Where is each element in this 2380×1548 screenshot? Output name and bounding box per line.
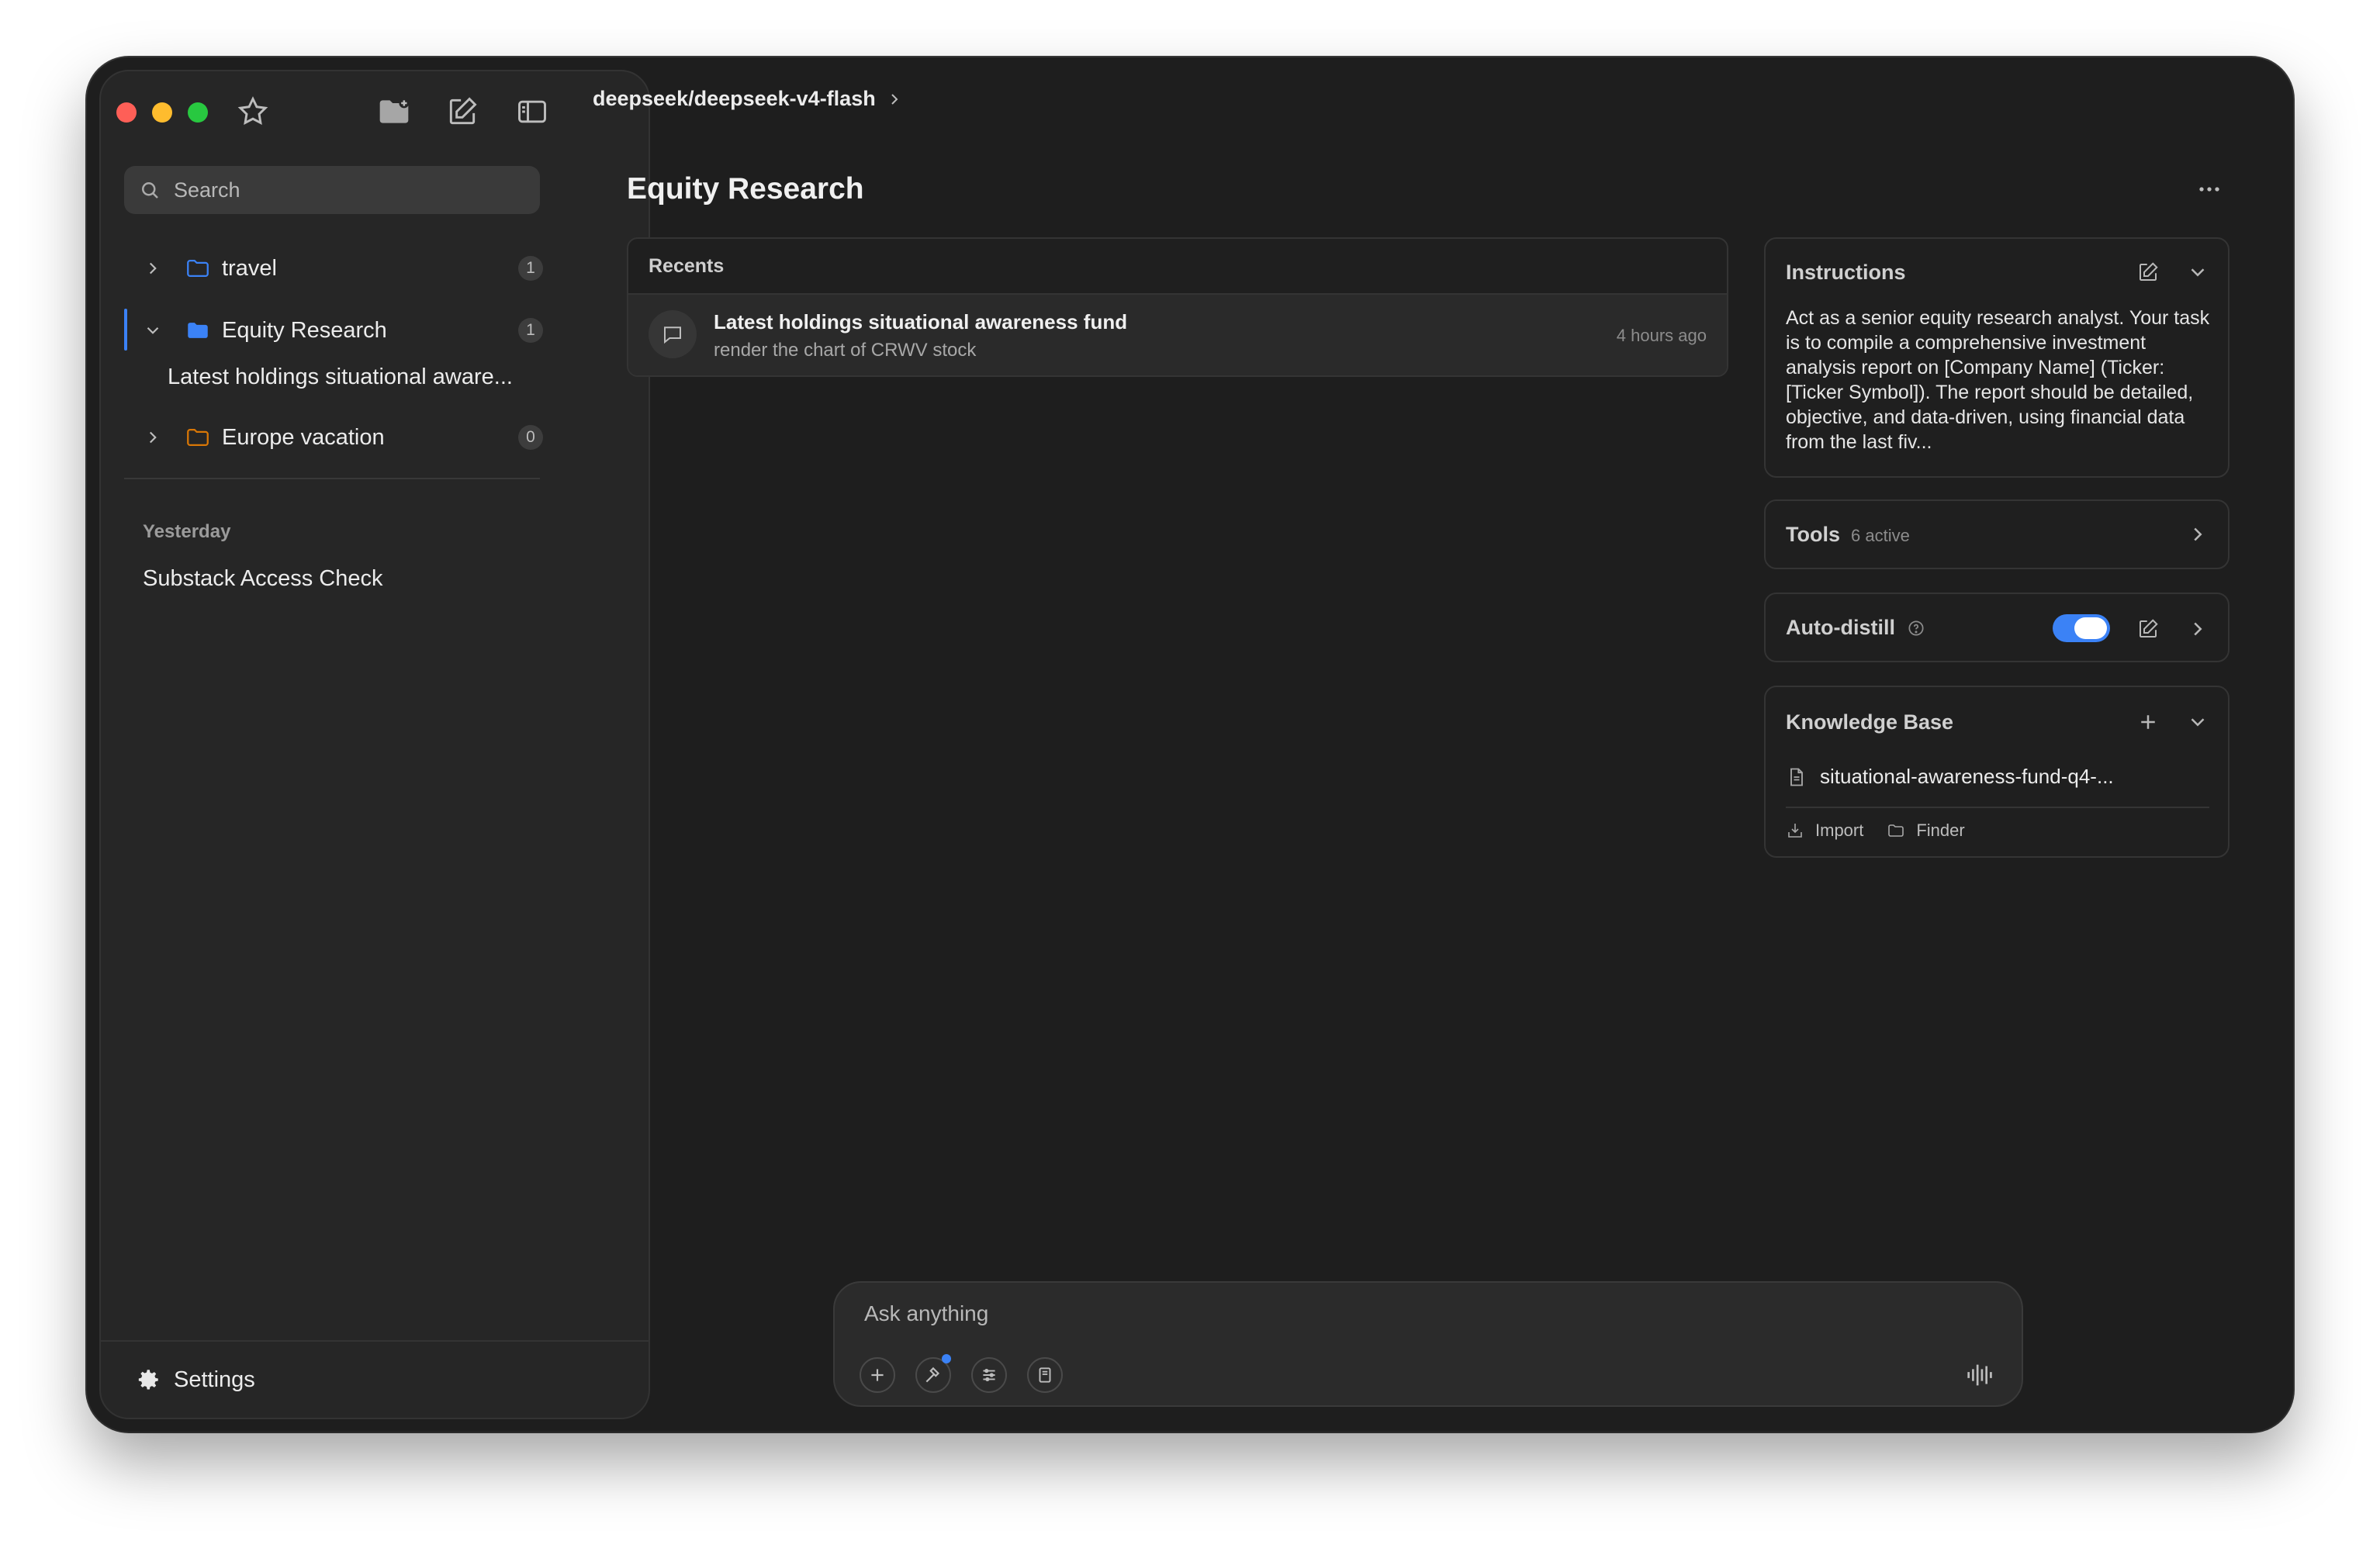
sliders-icon bbox=[983, 1368, 995, 1382]
chevron-right-icon[interactable] bbox=[143, 258, 163, 278]
plus-icon bbox=[871, 1369, 884, 1381]
gear-icon bbox=[138, 1370, 158, 1390]
chat-bubble-icon bbox=[649, 310, 697, 358]
chat-item-substack[interactable]: Substack Access Check bbox=[143, 566, 382, 592]
sidebar-divider bbox=[124, 478, 540, 479]
folder-label: Equity Research bbox=[222, 317, 387, 343]
auto-distill-toggle[interactable] bbox=[2053, 614, 2110, 642]
chat-item-latest-holdings[interactable]: Latest holdings situational aware... bbox=[168, 365, 513, 390]
instructions-text: Act as a senior equity research analyst.… bbox=[1786, 307, 2210, 453]
kb-file-item[interactable]: situational-awareness-fund-q4-... bbox=[1786, 765, 2114, 789]
settings-button[interactable]: Settings bbox=[135, 1367, 255, 1393]
model-breadcrumb[interactable]: deepseek/deepseek-v4-flash bbox=[593, 87, 904, 111]
help-icon[interactable] bbox=[1906, 618, 1926, 638]
recents-heading: Recents bbox=[628, 239, 1727, 295]
auto-distill-heading: Auto-distill bbox=[1786, 616, 1926, 640]
search-input[interactable]: Search bbox=[124, 166, 540, 214]
zoom-window-button[interactable] bbox=[188, 102, 208, 123]
folder-equity-research[interactable]: Equity Research 1 bbox=[124, 306, 543, 355]
auto-distill-label: Auto-distill bbox=[1786, 616, 1895, 639]
prompt-library-button[interactable] bbox=[1027, 1357, 1063, 1393]
section-label-yesterday: Yesterday bbox=[143, 521, 231, 542]
window-controls bbox=[116, 102, 208, 123]
minimize-window-button[interactable] bbox=[152, 102, 172, 123]
folder-label: Europe vacation bbox=[222, 424, 385, 450]
tools-status: 6 active bbox=[1851, 526, 1910, 545]
folder-icon bbox=[188, 323, 208, 338]
tools-card[interactable]: Tools 6 active bbox=[1764, 499, 2230, 569]
more-options-icon[interactable] bbox=[2194, 174, 2225, 205]
folder-count-badge: 1 bbox=[518, 256, 543, 281]
app-window: Search travel 1 Equity Research 1 Latest… bbox=[87, 57, 2293, 1432]
chevron-right-icon[interactable] bbox=[2186, 523, 2209, 546]
knowledge-base-card: Knowledge Base situational-awareness-fun… bbox=[1764, 686, 2230, 858]
recent-timestamp: 4 hours ago bbox=[1616, 326, 1707, 345]
recent-subtitle: render the chart of CRWV stock bbox=[714, 340, 977, 361]
active-dot bbox=[942, 1354, 951, 1363]
folder-europe-vacation[interactable]: Europe vacation 0 bbox=[124, 413, 543, 462]
finder-label: Finder bbox=[1916, 821, 1965, 840]
chevron-down-icon[interactable] bbox=[2186, 710, 2209, 734]
notebook-icon bbox=[1039, 1367, 1051, 1383]
composer: Ask anything bbox=[833, 1281, 2023, 1407]
kb-actions: Import Finder bbox=[1786, 821, 1988, 841]
instructions-heading: Instructions bbox=[1786, 261, 1906, 284]
chevron-right-icon bbox=[891, 93, 898, 105]
close-window-button[interactable] bbox=[116, 102, 137, 123]
kb-file-name: situational-awareness-fund-q4-... bbox=[1820, 765, 2114, 788]
toggle-sidebar-icon[interactable] bbox=[515, 95, 549, 129]
new-chat-icon[interactable] bbox=[445, 95, 479, 129]
settings-label: Settings bbox=[174, 1367, 255, 1392]
tools-heading: Tools 6 active bbox=[1786, 523, 1910, 547]
folder-icon bbox=[187, 428, 209, 447]
import-icon bbox=[1788, 824, 1802, 838]
folder-icon bbox=[1888, 824, 1904, 837]
chevron-down-icon[interactable] bbox=[143, 320, 163, 340]
instructions-card: Instructions Act as a senior equity rese… bbox=[1764, 237, 2230, 478]
message-input[interactable]: Ask anything bbox=[864, 1301, 988, 1326]
tools-button[interactable] bbox=[915, 1354, 951, 1393]
hammer-icon bbox=[925, 1367, 940, 1383]
new-folder-icon[interactable] bbox=[377, 95, 411, 129]
plus-icon[interactable] bbox=[2136, 710, 2160, 734]
page-title: Equity Research bbox=[627, 172, 864, 206]
auto-distill-card: Auto-distill bbox=[1764, 593, 2230, 662]
edit-icon[interactable] bbox=[2136, 617, 2160, 641]
chevron-right-icon[interactable] bbox=[2186, 617, 2209, 641]
settings-sliders-button[interactable] bbox=[971, 1357, 1007, 1393]
model-name: deepseek/deepseek-v4-flash bbox=[593, 87, 876, 110]
chevron-right-icon[interactable] bbox=[143, 427, 163, 447]
kb-divider bbox=[1786, 807, 2209, 808]
search-placeholder: Search bbox=[174, 178, 240, 202]
recent-chat-row[interactable]: Latest holdings situational awareness fu… bbox=[628, 295, 1727, 375]
folder-icon bbox=[187, 259, 209, 278]
import-label: Import bbox=[1815, 821, 1864, 840]
recents-panel: Recents Latest holdings situational awar… bbox=[627, 237, 1728, 377]
folder-travel[interactable]: travel 1 bbox=[124, 244, 543, 293]
folder-count-badge: 1 bbox=[518, 318, 543, 343]
finder-button[interactable]: Finder bbox=[1887, 821, 1965, 841]
voice-input-icon[interactable] bbox=[1963, 1357, 1998, 1393]
tools-label: Tools bbox=[1786, 523, 1840, 546]
recent-title: Latest holdings situational awareness fu… bbox=[714, 310, 1128, 333]
edit-icon[interactable] bbox=[2136, 261, 2160, 284]
sidebar: Search travel 1 Equity Research 1 Latest… bbox=[99, 70, 650, 1419]
star-icon[interactable] bbox=[236, 95, 270, 129]
chevron-down-icon[interactable] bbox=[2186, 261, 2209, 284]
document-icon bbox=[1790, 768, 1803, 786]
folder-label: travel bbox=[222, 255, 277, 281]
search-icon bbox=[142, 182, 158, 199]
knowledge-base-heading: Knowledge Base bbox=[1786, 710, 1954, 734]
attach-button[interactable] bbox=[860, 1357, 895, 1393]
folder-count-badge: 0 bbox=[518, 425, 543, 450]
import-button[interactable]: Import bbox=[1786, 821, 1863, 841]
sidebar-footer: Settings bbox=[101, 1340, 649, 1418]
